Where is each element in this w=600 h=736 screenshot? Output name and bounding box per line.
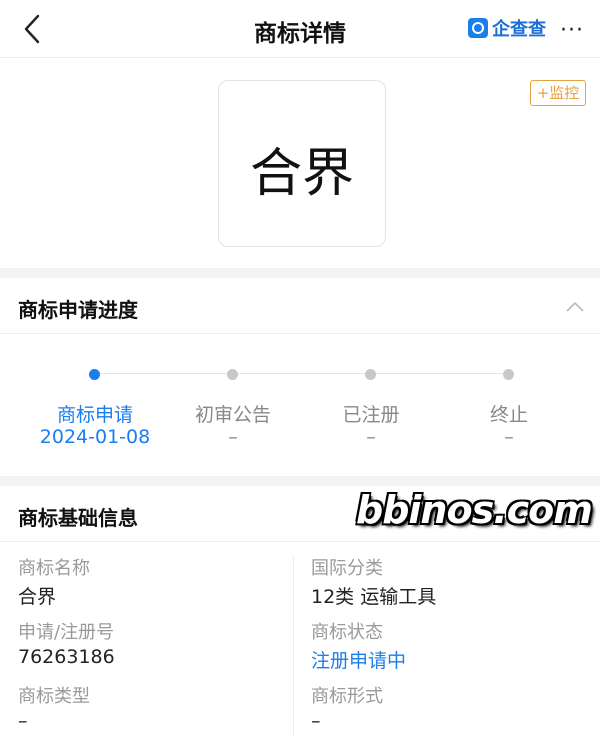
trademark-image[interactable]: 合界 xyxy=(218,80,386,247)
progress-track xyxy=(94,373,510,374)
step-dot xyxy=(365,369,376,380)
step-date: – xyxy=(366,426,376,448)
step-label: 终止 xyxy=(489,404,528,426)
brand-logo-icon xyxy=(468,18,488,38)
info-field-class: 国际分类 12类 运输工具 xyxy=(311,554,571,608)
section-title: 商标基础信息 xyxy=(18,506,138,530)
field-value: 76263186 xyxy=(18,646,115,668)
section-divider xyxy=(0,268,600,278)
brand[interactable]: 企查查 xyxy=(468,16,546,40)
step-label: 已注册 xyxy=(342,404,400,426)
step-date: – xyxy=(504,426,514,448)
step-label: 初审公告 xyxy=(194,404,271,426)
field-value: – xyxy=(18,710,28,732)
section-title: 商标申请进度 xyxy=(18,298,138,322)
field-label: 申请/注册号 xyxy=(18,622,115,643)
info-field-form: 商标形式 – xyxy=(311,682,571,736)
progress-section-header[interactable]: 商标申请进度 xyxy=(0,278,600,334)
watermark-text: bbinos.com xyxy=(356,488,593,532)
info-field-name: 商标名称 合界 xyxy=(18,554,278,608)
top-bar: 商标详情 企查查 ··· xyxy=(0,0,600,58)
step-dot xyxy=(89,369,100,380)
step-date: 2024-01-08 xyxy=(39,426,151,448)
step-dot xyxy=(503,369,514,380)
more-icon[interactable]: ··· xyxy=(560,18,584,43)
info-field-reg-number: 申请/注册号 76263186 xyxy=(18,618,278,672)
basic-info-grid: 商标名称 合界 国际分类 12类 运输工具 申请/注册号 76263186 商标… xyxy=(0,544,600,736)
progress-timeline: 商标申请 2024-01-08 初审公告 – 已注册 – 终止 – xyxy=(0,336,600,474)
step-dot xyxy=(227,369,238,380)
field-label: 国际分类 xyxy=(311,558,383,579)
field-label: 商标类型 xyxy=(18,686,90,707)
monitor-button[interactable]: +监控 xyxy=(530,80,586,106)
chevron-up-icon[interactable] xyxy=(566,300,584,312)
step-label: 商标申请 xyxy=(56,404,133,426)
column-divider xyxy=(293,556,294,736)
field-value: 12类 运输工具 xyxy=(311,586,437,608)
field-label: 商标形式 xyxy=(311,686,383,707)
status-link[interactable]: 注册申请中 xyxy=(311,646,571,672)
trademark-image-text: 合界 xyxy=(249,144,354,204)
field-value: – xyxy=(311,710,321,732)
info-field-status: 商标状态 注册申请中 xyxy=(311,618,571,672)
info-field-type: 商标类型 – xyxy=(18,682,278,736)
step-date: – xyxy=(228,426,238,448)
field-value: 合界 xyxy=(18,586,57,608)
brand-name: 企查查 xyxy=(492,19,546,40)
field-label: 商标状态 xyxy=(311,622,383,643)
section-divider xyxy=(0,476,600,486)
field-label: 商标名称 xyxy=(18,558,90,579)
